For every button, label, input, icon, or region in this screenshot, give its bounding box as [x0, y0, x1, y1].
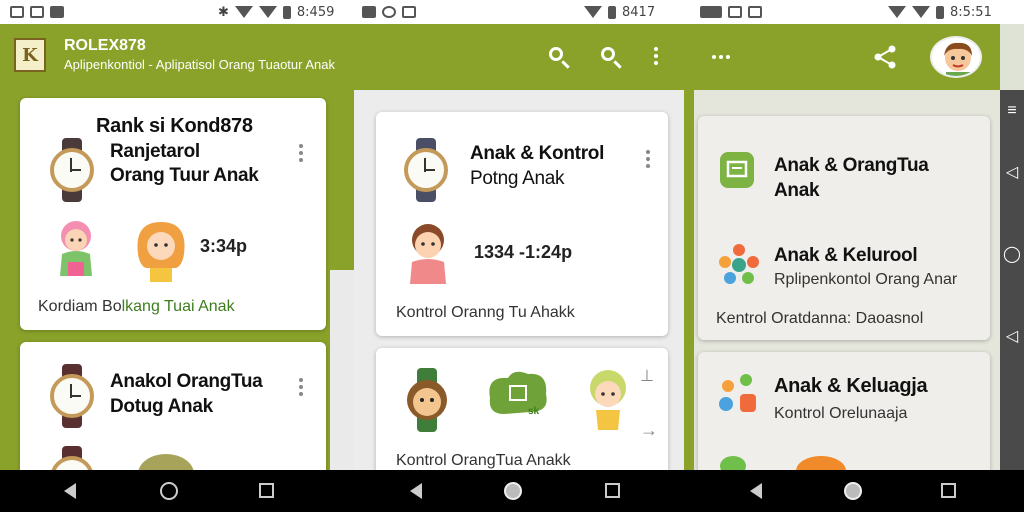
card-subtitle: Kontrol Orelunaaja — [774, 405, 908, 422]
wifi-icon — [234, 6, 253, 18]
watch-icon — [404, 138, 448, 202]
home-icon[interactable] — [158, 480, 180, 502]
status-time-2: 8417 — [622, 4, 656, 20]
navigation-bar — [0, 470, 1024, 512]
item2-subtitle: Rplipenkontol Orang Anar — [774, 271, 958, 288]
card-kontrol-orangtua[interactable]: sk ⊥ → Kontrol OrangTua Anakk — [376, 348, 668, 478]
signal-icon — [912, 6, 930, 18]
card-footer: Kordiam Bolkang Tuai Anak — [38, 298, 235, 315]
mail-icon — [362, 6, 376, 18]
home-icon[interactable]: ◯ — [1000, 244, 1024, 266]
app-subtitle: Aplipenkontiol - Aplipatisol Orang Tuaot… — [64, 57, 336, 72]
back-icon[interactable] — [746, 480, 768, 502]
status-right-1: ✱ 8:459 — [218, 0, 334, 24]
tag-icon — [720, 152, 754, 188]
time-label: 1334 -1:24p — [474, 242, 573, 262]
back-icon[interactable]: ◁ — [1000, 162, 1024, 184]
avatar[interactable] — [930, 36, 982, 78]
owl-watch-icon — [404, 368, 450, 437]
app-screen: ✱ 8:459 8417 8:5:51 K ROLEX878 Aplipenko… — [0, 0, 1024, 512]
flower-icon — [716, 240, 762, 293]
status-time-3: 8:5:51 — [950, 4, 992, 20]
image-icon — [748, 6, 762, 18]
item1-title-line2: Anak — [774, 180, 820, 201]
wifi-icon — [584, 6, 602, 18]
kid-icon — [582, 368, 634, 439]
battery-icon — [608, 5, 616, 19]
home-icon[interactable] — [502, 480, 524, 502]
battery-icon — [936, 5, 944, 19]
wifi-icon — [888, 6, 906, 18]
status-left-3 — [700, 0, 762, 24]
app-bar: K ROLEX878 Aplipenkontiol - Aplipatisol … — [0, 24, 1000, 90]
app-logo: K — [14, 38, 46, 72]
recents-icon[interactable] — [256, 480, 278, 502]
watch-icon — [50, 364, 94, 428]
status-left-2 — [362, 0, 416, 24]
child-icon — [132, 218, 190, 289]
status-left-1 — [10, 0, 64, 24]
card-heading: Rank si Kond878 — [96, 115, 253, 137]
battery-icon — [282, 5, 291, 19]
mail-icon — [700, 6, 722, 18]
item2-title: Anak & Kelurool — [774, 245, 918, 266]
watch-icon — [50, 138, 94, 202]
image-icon — [30, 6, 44, 18]
status-right-3: 8:5:51 — [888, 0, 992, 24]
recents-icon[interactable] — [602, 480, 624, 502]
status-time-1: 8:459 — [296, 4, 335, 20]
back-icon[interactable]: ◁ — [1000, 326, 1024, 348]
more-vert-icon[interactable] — [299, 378, 305, 396]
bluetooth-icon: ✱ — [218, 4, 229, 20]
search-icon[interactable] — [546, 44, 572, 70]
share-icon[interactable] — [872, 44, 898, 70]
card-rank[interactable]: Rank si Kond878 Ranjetarol Orang Tuur An… — [20, 98, 326, 330]
app-title: ROLEX878 — [64, 37, 146, 54]
card-anak-orangtua[interactable]: Anak & OrangTua Anak Anak & Kelurool Rpl… — [698, 116, 990, 340]
card-title-line2: Potng Anak — [470, 168, 565, 189]
recents-icon[interactable] — [938, 480, 960, 502]
card-title-line1: Ranjetarol — [110, 141, 200, 162]
back-icon[interactable] — [60, 480, 82, 502]
notification-icon — [10, 6, 24, 18]
card-title-line1: Anakol OrangTua — [110, 371, 263, 392]
card-footer: Kontrol OrangTua Anakk — [396, 452, 571, 469]
card-anakol[interactable]: Anakol OrangTua Dotug Anak — [20, 342, 326, 482]
card-title-line2: Orang Tuur Anak — [110, 165, 259, 186]
more-vert-icon[interactable] — [646, 150, 652, 168]
card-anak-keluarga[interactable]: Anak & Keluagja Kontrol Orelunaaja — [698, 352, 990, 482]
item1-title-line1: Anak & OrangTua — [774, 155, 929, 176]
back-icon[interactable] — [406, 480, 428, 502]
system-side-strip: ≡ ◁ ◯ ◁ — [1000, 24, 1024, 470]
more-horiz-icon[interactable] — [708, 44, 734, 70]
pin-icon[interactable]: ⊥ — [640, 366, 654, 386]
camera-icon — [728, 6, 742, 18]
arrow-right-icon[interactable]: → — [640, 420, 658, 441]
card-title: Anak & Keluagja — [774, 375, 928, 397]
card-footer: Kontrol Oranng Tu Ahakk — [396, 304, 575, 321]
download-icon — [50, 6, 64, 18]
image-icon — [402, 6, 416, 18]
status-right-2: 8417 — [584, 0, 655, 24]
home-icon[interactable] — [842, 480, 864, 502]
card-title-line2: Dotug Anak — [110, 396, 213, 417]
status-bar: ✱ 8:459 8417 8:5:51 — [0, 0, 1024, 24]
camera-icon — [382, 6, 396, 18]
more-vert-icon[interactable] — [643, 44, 669, 70]
girl-icon — [50, 216, 102, 287]
signal-icon — [258, 6, 277, 18]
menu-icon[interactable]: ≡ — [1000, 100, 1024, 122]
search-icon[interactable] — [598, 44, 624, 70]
boy-icon — [402, 218, 454, 293]
leaf-icon: sk — [484, 368, 554, 427]
card-footer: Kentrol Oratdanna: Daoasnol — [716, 310, 924, 327]
card-anak-kontrol[interactable]: Anak & Kontrol Potng Anak 1334 -1:24p Ko… — [376, 112, 668, 336]
time-label: 3:34p — [200, 236, 248, 256]
more-vert-icon[interactable] — [299, 144, 305, 162]
card-title-line1: Anak & Kontrol — [470, 143, 605, 164]
family-icon — [716, 372, 762, 421]
